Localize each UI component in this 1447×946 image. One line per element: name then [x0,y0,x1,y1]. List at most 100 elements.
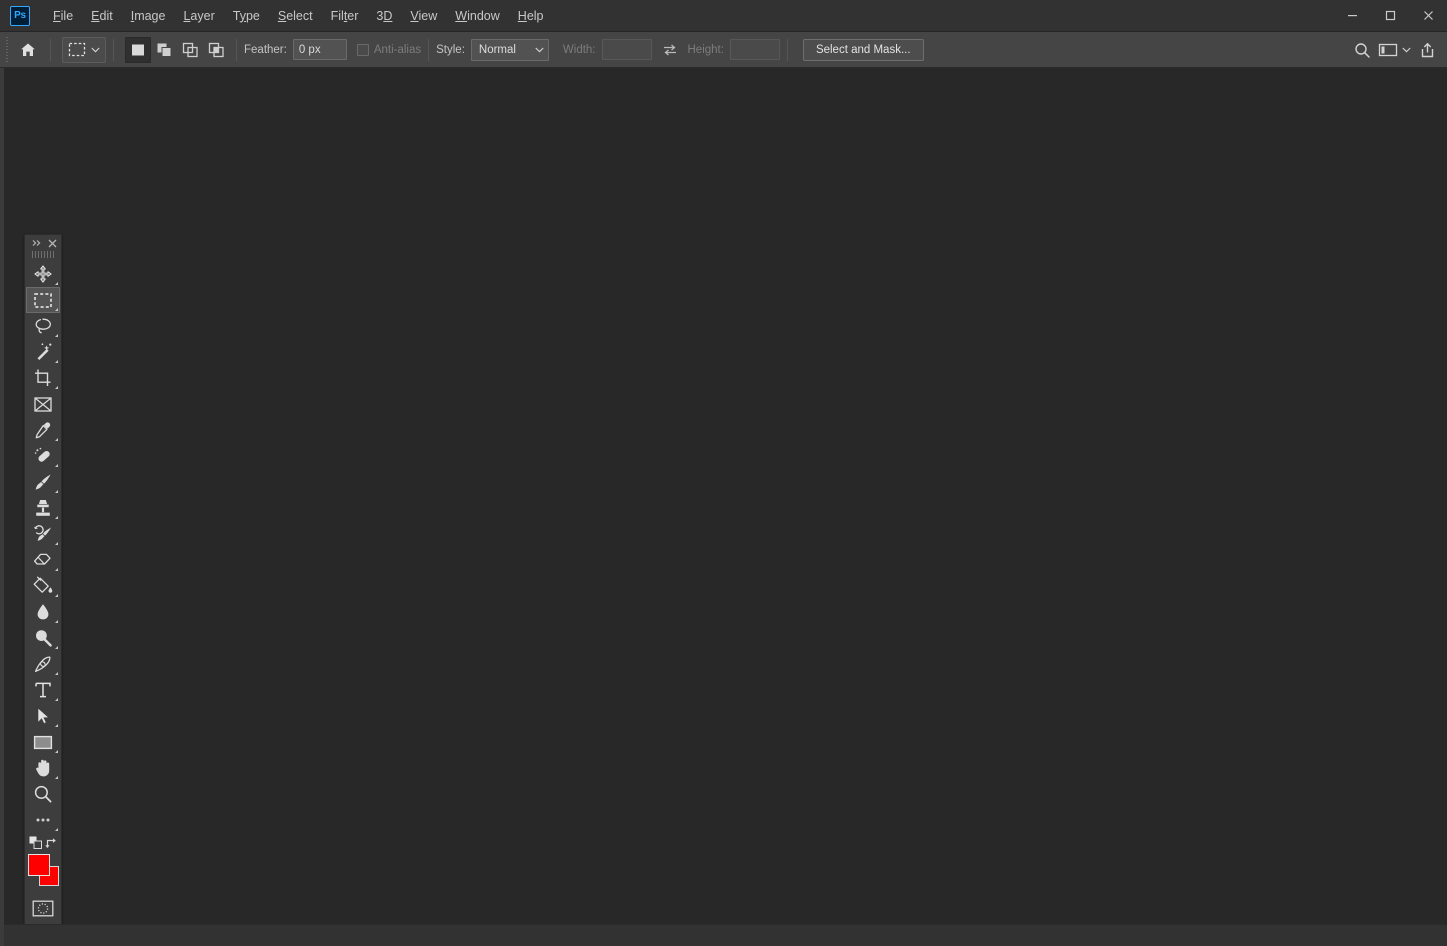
edit-toolbar-button[interactable] [26,807,60,833]
new-selection-icon [132,44,144,55]
menu-type[interactable]: Type [224,0,269,31]
history-brush-icon [34,525,51,541]
hand-icon [36,759,50,777]
dodge-tool[interactable] [26,625,60,651]
selection-mode-group [125,36,229,63]
menu-window-label: Window [455,8,500,23]
canvas-area[interactable] [4,68,1447,946]
color-utility-row [26,833,60,851]
swap-colors-button[interactable] [44,835,58,849]
object-selection-tool[interactable] [26,339,60,365]
intersect-selection-icon [208,42,224,57]
swap-dimensions-button[interactable] [658,38,682,62]
pen-tool[interactable] [26,651,60,677]
share-button[interactable] [1413,36,1441,64]
share-icon [1421,42,1433,57]
type-tool[interactable] [26,677,60,703]
crop-tool[interactable] [26,365,60,391]
photoshop-window: Ps File Edit Image Layer Type Select Fil… [0,0,1447,946]
move-icon [34,265,52,283]
maximize-button[interactable] [1371,0,1409,31]
flyout-indicator [55,542,58,545]
maximize-icon [1385,10,1395,21]
color-swatches[interactable] [26,852,60,892]
history-brush-tool[interactable] [26,521,60,547]
options-bar-right-tools [1348,32,1441,68]
intersect-selection-button[interactable] [203,37,229,63]
tool-preset-picker[interactable] [62,36,106,63]
menu-3d[interactable]: 3D [367,0,401,31]
move-tool[interactable] [26,261,60,287]
default-colors-button[interactable] [28,835,42,849]
blur-tool[interactable] [26,599,60,625]
menu-filter[interactable]: Filter [322,0,368,31]
menu-edit-label: Edit [91,8,113,23]
menu-file[interactable]: File [44,0,82,31]
zoom-tool[interactable] [26,781,60,807]
menu-help[interactable]: Help [509,0,553,31]
rectangle-tool[interactable] [26,729,60,755]
quick-mask-button[interactable] [26,895,60,921]
flyout-indicator [55,568,58,571]
menu-select[interactable]: Select [269,0,322,31]
menu-file-label: File [53,8,74,23]
tools-panel-header[interactable] [25,235,61,251]
menu-type-label: Type [232,8,260,23]
search-button[interactable] [1348,36,1376,64]
frame-tool[interactable] [26,391,60,417]
options-separator-4 [428,38,430,61]
eraser-tool[interactable] [26,547,60,573]
hand-tool[interactable] [26,755,60,781]
menu-image-label: Image [130,8,166,23]
flyout-indicator [55,282,58,285]
path-selection-tool[interactable] [26,703,60,729]
clone-stamp-tool[interactable] [26,495,60,521]
tools-panel-grip[interactable] [32,251,54,258]
width-label: Width: [562,43,596,56]
select-and-mask-button[interactable]: Select and Mask... [802,38,924,61]
collapse-panel-button[interactable] [31,237,43,249]
menu-layer[interactable]: Layer [174,0,223,31]
style-select-value: Normal [478,43,516,56]
menu-window[interactable]: Window [446,0,508,31]
close-button[interactable] [1409,0,1447,31]
spot-healing-brush-tool[interactable] [26,443,60,469]
flyout-indicator [55,828,58,831]
style-label: Style: [436,43,465,56]
width-input[interactable] [601,39,652,60]
home-button[interactable] [13,36,43,64]
feather-input[interactable] [292,39,347,60]
height-input[interactable] [729,39,780,60]
minimize-button[interactable] [1333,0,1371,31]
menu-select-label: Select [277,8,313,23]
subtract-from-selection-button[interactable] [177,37,203,63]
antialias-checkbox[interactable]: Anti-alias [356,43,421,56]
menu-view[interactable]: View [401,0,446,31]
eyedropper-tool[interactable] [26,417,60,443]
search-icon [1354,42,1370,58]
quick-mask-icon [32,900,54,916]
add-to-selection-button[interactable] [151,37,177,63]
close-panel-button[interactable] [46,237,58,249]
workspace-switcher-button[interactable] [1376,37,1413,63]
style-select[interactable]: Normal [470,38,549,61]
gradient-tool[interactable] [26,573,60,599]
menu-edit[interactable]: Edit [82,0,122,31]
flyout-indicator [55,464,58,467]
brush-tool[interactable] [26,469,60,495]
flyout-indicator [55,308,58,311]
tools-panel [24,234,62,946]
foreground-color-swatch[interactable] [28,854,50,876]
flyout-indicator [55,646,58,649]
menu-image[interactable]: Image [122,0,175,31]
brush-icon [35,474,51,490]
eraser-icon [33,553,51,565]
rectangular-marquee-tool[interactable] [26,287,60,313]
flyout-indicator [55,724,58,727]
flyout-indicator [55,594,58,597]
flyout-indicator [55,334,58,337]
new-selection-button[interactable] [125,36,151,63]
lasso-tool[interactable] [26,313,60,339]
type-t-icon [35,682,51,698]
options-bar-grip[interactable] [4,36,10,63]
